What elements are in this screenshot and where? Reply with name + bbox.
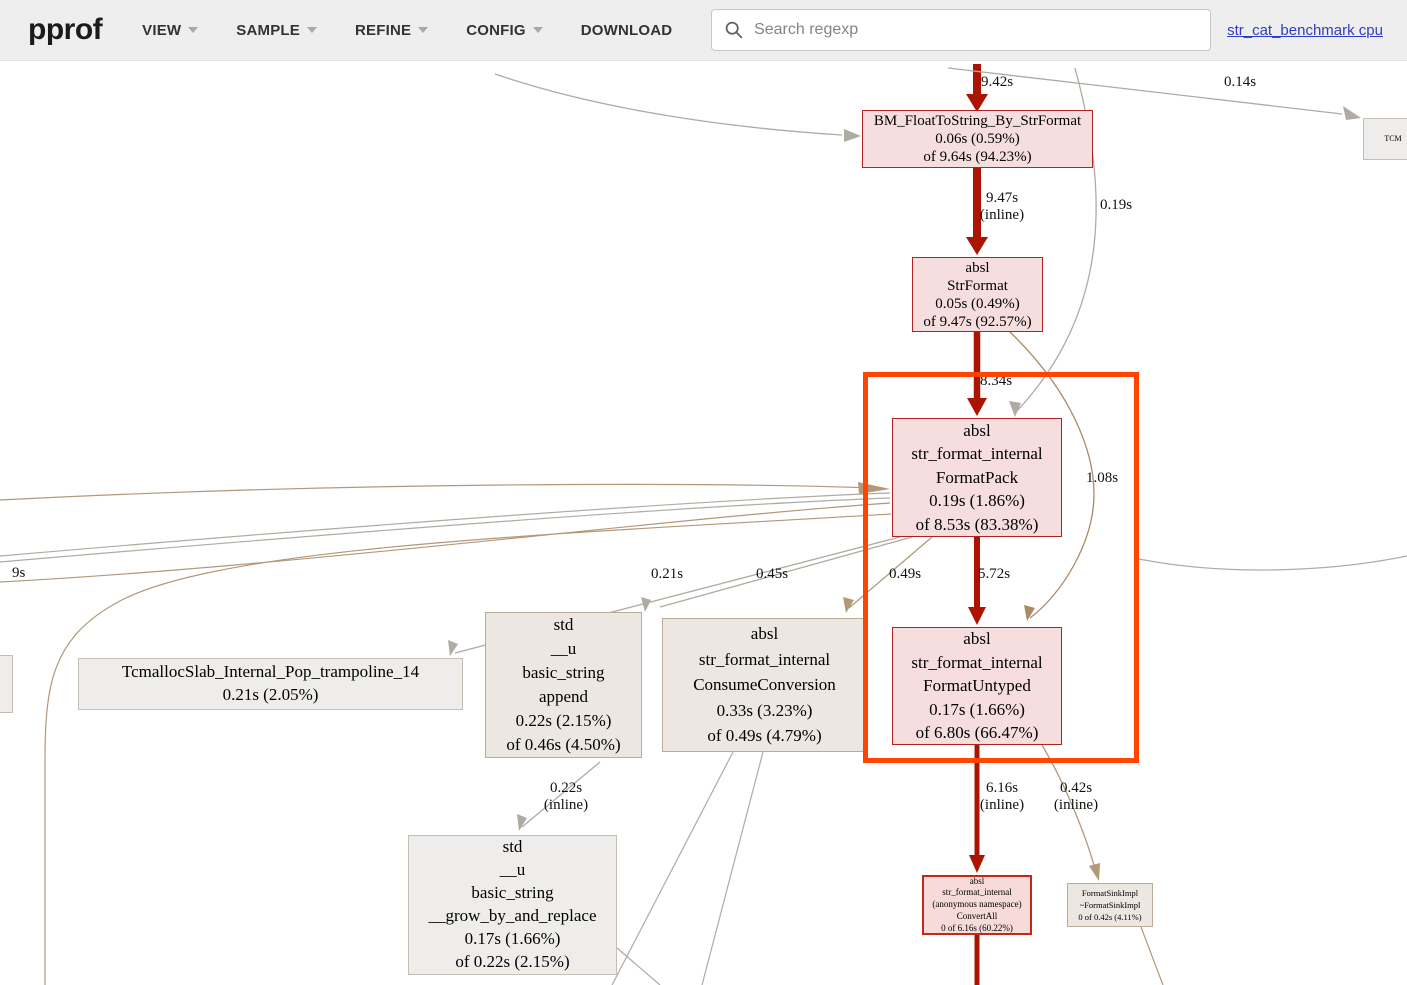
edge-label-0.19s: 0.19s bbox=[1100, 197, 1132, 214]
download-label: DOWNLOAD bbox=[581, 22, 673, 39]
call-graph[interactable]: BM_FloatToString_By_StrFormat 0.06s (0.5… bbox=[0, 62, 1407, 985]
edge-right-horizontal bbox=[1139, 556, 1407, 570]
chevron-down-icon bbox=[418, 27, 428, 33]
edge-label-1.08s: 1.08s bbox=[1086, 470, 1118, 487]
edge-into-bm-left bbox=[495, 74, 861, 142]
menu-sample-label: SAMPLE bbox=[236, 22, 300, 39]
app-logo: pprof bbox=[28, 13, 102, 47]
node-consumeconversion[interactable]: absl str_format_internal ConsumeConversi… bbox=[662, 618, 867, 752]
node-formatpack[interactable]: absl str_format_internal FormatPack 0.19… bbox=[892, 418, 1062, 537]
node-basic-string-append[interactable]: std __u basic_string append 0.22s (2.15%… bbox=[485, 612, 642, 758]
node-bm-floattostring[interactable]: BM_FloatToString_By_StrFormat 0.06s (0.5… bbox=[862, 110, 1093, 168]
chevron-down-icon bbox=[188, 27, 198, 33]
node-tcmallocslab-pop-trampoline[interactable]: TcmallocSlab_Internal_Pop_trampoline_14 … bbox=[78, 658, 463, 710]
profile-link[interactable]: str_cat_benchmark cpu bbox=[1227, 22, 1383, 39]
edge-label-9s: 9s bbox=[12, 565, 25, 582]
chevron-down-icon bbox=[533, 27, 543, 33]
menu-config-label: CONFIG bbox=[466, 22, 526, 39]
node-partial-left[interactable] bbox=[0, 655, 13, 713]
menu-view-label: VIEW bbox=[142, 22, 181, 39]
node-formatuntyped[interactable]: absl str_format_internal FormatUntyped 0… bbox=[892, 627, 1062, 745]
edges-consumeconversion-down bbox=[612, 752, 763, 985]
menu-view[interactable]: VIEW bbox=[142, 22, 198, 39]
menu-sample[interactable]: SAMPLE bbox=[236, 22, 317, 39]
search-input[interactable] bbox=[754, 21, 1198, 39]
edge-label-0.42s-inline: 0.42s (inline) bbox=[1044, 780, 1108, 814]
chevron-down-icon bbox=[307, 27, 317, 33]
edge-label-9.47s-inline: 9.47s (inline) bbox=[970, 190, 1034, 224]
download-button[interactable]: DOWNLOAD bbox=[581, 22, 673, 39]
menu-refine-label: REFINE bbox=[355, 22, 411, 39]
node-formatsinkimpl[interactable]: FormatSinkImpl ~FormatSinkImpl 0 of 0.42… bbox=[1067, 883, 1153, 927]
edge-formatsinkimpl-down bbox=[1141, 927, 1163, 985]
edge-label-0.49s: 0.49s bbox=[889, 566, 921, 583]
edge-label-8.34s: 8.34s bbox=[980, 373, 1012, 390]
edge-label-9.42s: 9.42s bbox=[981, 74, 1013, 91]
node-tcm-partial[interactable]: TCM bbox=[1363, 118, 1407, 160]
edge-label-0.21s: 0.21s bbox=[651, 566, 683, 583]
node-strformat[interactable]: absl StrFormat 0.05s (0.49%) of 9.47s (9… bbox=[912, 257, 1043, 332]
edge-label-6.16s-inline: 6.16s (inline) bbox=[970, 780, 1034, 814]
edge-label-0.22s-inline: 0.22s (inline) bbox=[534, 780, 598, 814]
search-box[interactable] bbox=[711, 9, 1211, 51]
edge-grow-down bbox=[617, 948, 660, 985]
toolbar: pprof VIEW SAMPLE REFINE CONFIG DOWNLOAD… bbox=[0, 0, 1407, 61]
node-convertall[interactable]: absl str_format_internal (anonymous name… bbox=[922, 875, 1032, 935]
node-basic-string-grow-by-and-replace[interactable]: std __u basic_string __grow_by_and_repla… bbox=[408, 835, 617, 975]
call-graph-edges bbox=[0, 62, 1407, 985]
edge-label-0.45s: 0.45s bbox=[756, 566, 788, 583]
menu-refine[interactable]: REFINE bbox=[355, 22, 428, 39]
edge-label-0.14s: 0.14s bbox=[1224, 74, 1256, 91]
edge-label-5.72s: 5.72s bbox=[978, 566, 1010, 583]
menu-config[interactable]: CONFIG bbox=[466, 22, 543, 39]
search-icon bbox=[724, 20, 744, 40]
